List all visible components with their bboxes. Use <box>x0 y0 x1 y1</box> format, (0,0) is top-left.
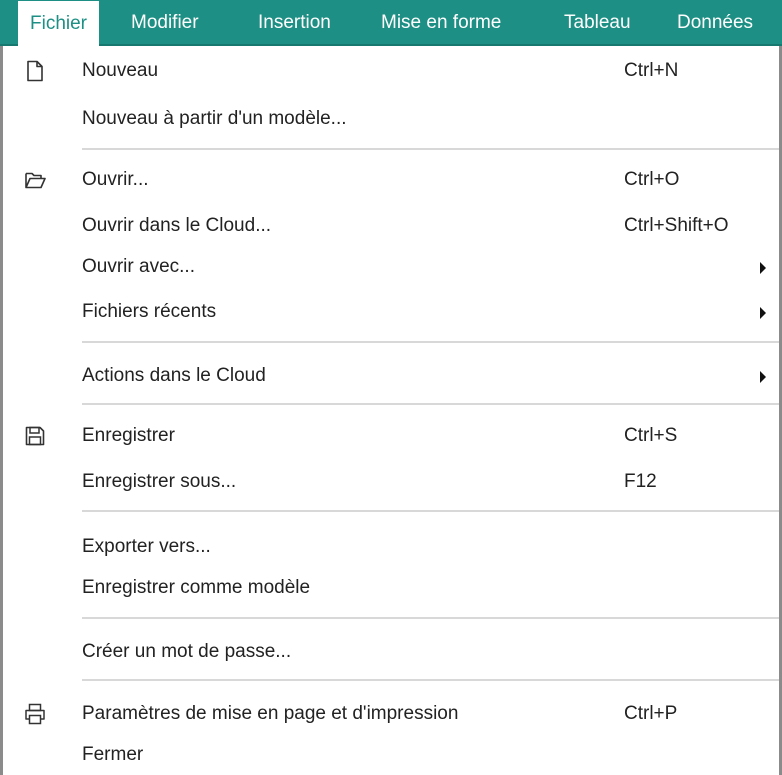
menu-item-label: Ouvrir avec... <box>82 256 195 277</box>
submenu-arrow-icon <box>760 307 766 319</box>
menu-item-shortcut: Ctrl+P <box>624 703 678 724</box>
menu-separator <box>82 148 779 150</box>
menu-separator <box>82 510 779 512</box>
menu-item-shortcut: Ctrl+N <box>624 60 679 81</box>
submenu-arrow-icon <box>760 371 766 383</box>
tab-donnees[interactable]: Données <box>665 0 765 46</box>
menu-separator <box>82 617 779 619</box>
menu-item-shortcut: Ctrl+O <box>624 169 680 190</box>
menu-item-exporter-vers[interactable]: Exporter vers... <box>3 527 779 567</box>
menu-item-shortcut: Ctrl+Shift+O <box>624 215 729 236</box>
tab-tableau[interactable]: Tableau <box>552 0 643 46</box>
file-menu-dropdown: Nouveau Ctrl+N Nouveau à partir d'un mod… <box>0 46 782 775</box>
menu-item-ouvrir-avec[interactable]: Ouvrir avec... <box>3 247 779 287</box>
submenu-arrow-icon <box>760 262 766 274</box>
menu-item-label: Paramètres de mise en page et d'impressi… <box>82 703 459 724</box>
tab-modifier[interactable]: Modifier <box>119 0 211 46</box>
menu-item-label: Actions dans le Cloud <box>82 365 266 386</box>
new-document-icon <box>23 59 47 83</box>
tab-mise-en-forme[interactable]: Mise en forme <box>369 0 513 46</box>
menu-item-label: Créer un mot de passe... <box>82 641 292 662</box>
menu-item-nouveau-modele[interactable]: Nouveau à partir d'un modèle... <box>3 99 779 139</box>
menu-item-label: Ouvrir... <box>82 169 149 190</box>
menu-item-label: Enregistrer comme modèle <box>82 577 311 598</box>
menu-item-parametres-impression[interactable]: Paramètres de mise en page et d'impressi… <box>3 694 779 734</box>
menu-item-ouvrir[interactable]: Ouvrir... Ctrl+O <box>3 160 779 200</box>
menu-item-enregistrer[interactable]: Enregistrer Ctrl+S <box>3 416 779 456</box>
menu-item-label: Nouveau <box>82 60 159 81</box>
menu-item-fichiers-recents[interactable]: Fichiers récents <box>3 292 779 332</box>
menu-item-creer-mot-de-passe[interactable]: Créer un mot de passe... <box>3 632 779 672</box>
menu-item-label: Nouveau à partir d'un modèle... <box>82 108 347 129</box>
save-disk-icon <box>23 424 47 448</box>
menu-item-label: Enregistrer sous... <box>82 471 237 492</box>
menu-item-label: Enregistrer <box>82 425 175 446</box>
menu-item-fermer[interactable]: Fermer <box>3 735 779 775</box>
menu-separator <box>82 403 779 405</box>
menu-separator <box>82 679 779 681</box>
menu-item-label: Fermer <box>82 744 144 765</box>
printer-icon <box>23 702 47 726</box>
menu-item-enregistrer-sous[interactable]: Enregistrer sous... F12 <box>3 462 779 502</box>
menu-item-actions-cloud[interactable]: Actions dans le Cloud <box>3 356 779 396</box>
menu-item-ouvrir-cloud[interactable]: Ouvrir dans le Cloud... Ctrl+Shift+O <box>3 206 779 246</box>
menu-item-label: Ouvrir dans le Cloud... <box>82 215 272 236</box>
menu-item-enregistrer-modele[interactable]: Enregistrer comme modèle <box>3 568 779 608</box>
menu-item-shortcut: F12 <box>624 471 657 492</box>
menu-item-shortcut: Ctrl+S <box>624 425 678 446</box>
menu-item-nouveau[interactable]: Nouveau Ctrl+N <box>3 51 779 91</box>
tab-fichier[interactable]: Fichier <box>18 0 100 46</box>
menu-separator <box>82 341 779 343</box>
open-folder-icon <box>23 168 47 192</box>
tab-insertion[interactable]: Insertion <box>246 0 343 46</box>
menu-item-label: Fichiers récents <box>82 301 217 322</box>
menu-bar: Fichier Modifier Insertion Mise en forme… <box>0 0 782 46</box>
menu-item-label: Exporter vers... <box>82 536 211 557</box>
